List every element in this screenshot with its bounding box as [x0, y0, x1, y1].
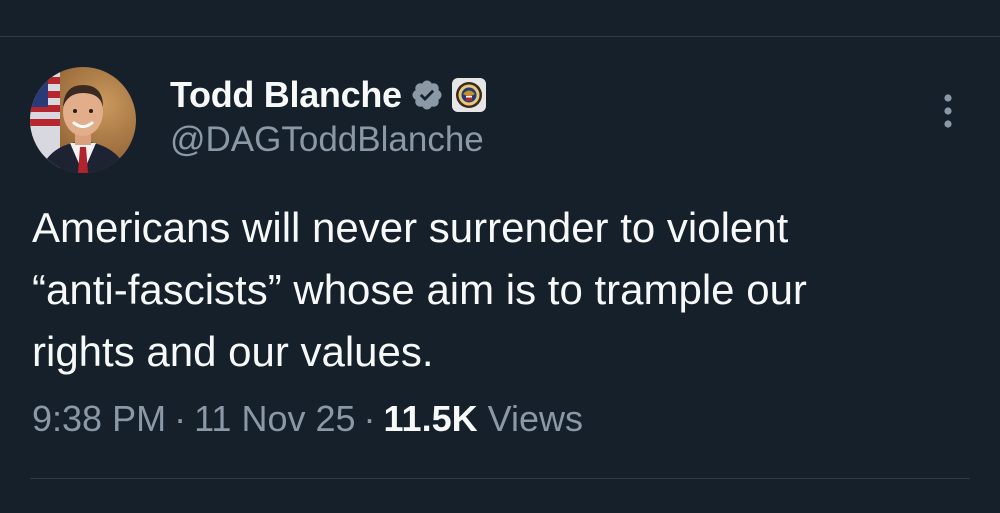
author-handle[interactable]: @DAGToddBlanche [170, 120, 484, 160]
views-count[interactable]: 11.5K [384, 398, 478, 440]
tweet-date[interactable]: 11 Nov 25 [194, 398, 355, 440]
separator-dot: · [363, 398, 376, 439]
separator-dot: · [174, 398, 187, 439]
author-display-name[interactable]: Todd Blanche [170, 74, 402, 116]
verified-badge-icon[interactable] [410, 78, 444, 112]
top-divider [0, 36, 1000, 37]
tweet-metadata: 9:38 PM · 11 Nov 25 · 11.5K Views [32, 398, 583, 440]
doj-seal-icon[interactable] [451, 78, 486, 112]
tweet-time[interactable]: 9:38 PM [32, 398, 166, 440]
author-name-row: Todd Blanche [170, 72, 486, 118]
views-label[interactable]: Views [488, 398, 583, 440]
tweet-text: Americans will never surrender to violen… [32, 204, 807, 375]
avatar[interactable] [30, 67, 136, 173]
more-vertical-icon[interactable] [932, 92, 964, 130]
profile-photo-icon [30, 67, 136, 173]
bottom-divider [30, 478, 970, 479]
